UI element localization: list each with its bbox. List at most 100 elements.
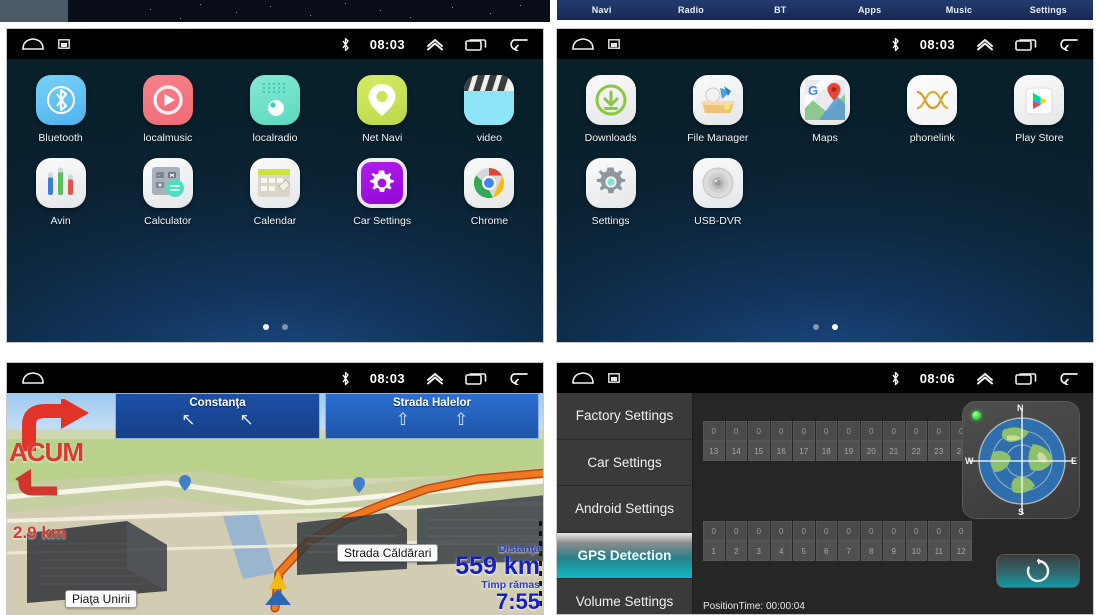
dvr-camera-icon xyxy=(692,158,743,208)
back-icon[interactable] xyxy=(1057,37,1079,51)
recents-icon[interactable] xyxy=(465,37,487,51)
sat-id-cell: 2 xyxy=(725,541,747,561)
app-play-store[interactable]: Play Store xyxy=(986,75,1093,144)
hud-time-value: 7:55 xyxy=(495,589,540,614)
status-time: 08:03 xyxy=(369,36,405,52)
status-time: 08:03 xyxy=(919,36,955,52)
sidebar-item-android-settings[interactable]: Android Settings xyxy=(557,486,692,533)
back-icon[interactable] xyxy=(507,371,529,385)
gear-icon xyxy=(357,158,408,208)
file-manager-icon xyxy=(692,75,743,125)
tab-settings[interactable]: Settings xyxy=(1004,5,1093,15)
sat-signal-cell: 0 xyxy=(770,421,792,441)
tab-bt[interactable]: BT xyxy=(736,5,825,15)
app-video[interactable]: video xyxy=(436,75,543,144)
page-dot-1[interactable] xyxy=(812,324,819,330)
sidebar-item-factory-settings[interactable]: Factory Settings xyxy=(557,393,692,440)
app-bluetooth[interactable]: Bluetooth xyxy=(7,75,114,144)
sat-id-cell: 1 xyxy=(703,541,725,561)
home-icon[interactable] xyxy=(571,371,595,385)
head-unit-main-tabbar[interactable]: Navi Radio BT Apps Music Settings xyxy=(557,0,1093,20)
navigation-map[interactable]: Constanţa ↖ ↖ Strada Halelor ⇧ ⇧ ACUM 2.9 … xyxy=(7,393,543,614)
app-label: Maps xyxy=(812,132,838,144)
app-avin[interactable]: Avin xyxy=(7,158,114,227)
app-phonelink[interactable]: phonelink xyxy=(879,75,986,144)
app-maps[interactable]: G Maps xyxy=(771,75,878,144)
recents-icon[interactable] xyxy=(465,371,487,385)
refresh-button[interactable] xyxy=(996,554,1080,588)
sat-signal-cell: 0 xyxy=(928,521,950,541)
page-indicator[interactable] xyxy=(557,324,1093,330)
app-car-settings[interactable]: Car Settings xyxy=(329,158,436,227)
chevron-up-icon[interactable] xyxy=(425,371,445,385)
sat-id-cell: 19 xyxy=(838,441,860,461)
settings-sidebar[interactable]: Factory Settings Car Settings Android Se… xyxy=(557,393,693,614)
app-calculator[interactable]: - Calculator xyxy=(114,158,221,227)
music-player-icon xyxy=(142,75,193,125)
app-file-manager[interactable]: File Manager xyxy=(664,75,771,144)
sat-id-cell: 11 xyxy=(928,541,950,561)
page-dot-2[interactable] xyxy=(831,324,838,330)
satellite-block-lower: 0 0 0 0 0 0 0 0 0 0 0 0 1 2 3 4 5 6 7 8 … xyxy=(703,521,973,561)
tab-apps[interactable]: Apps xyxy=(825,5,914,15)
app-label: Play Store xyxy=(1015,132,1064,144)
back-icon[interactable] xyxy=(507,37,529,51)
screenshot-collage: Navi Radio BT Apps Music Settings 08:03 xyxy=(0,0,1100,615)
app-drawer: Downloads File Manager G Maps phonelink … xyxy=(557,59,1093,342)
app-chrome[interactable]: Chrome xyxy=(436,158,543,227)
sat-id-cell: 7 xyxy=(838,541,860,561)
app-net-navi[interactable]: Net Navi xyxy=(329,75,436,144)
app-grid: Downloads File Manager G Maps phonelink … xyxy=(557,75,1093,227)
roadsign-right: Strada Halelor ⇧ ⇧ xyxy=(325,393,539,439)
chevron-up-icon[interactable] xyxy=(975,371,995,385)
sat-id-cell: 22 xyxy=(905,441,927,461)
app-label: Car Settings xyxy=(353,215,412,227)
gps-compass-globe: N E S W xyxy=(962,401,1080,519)
phonelink-icon xyxy=(907,75,958,125)
page-dot-2[interactable] xyxy=(281,324,288,330)
sidebar-item-volume-settings[interactable]: Volume Settings xyxy=(557,579,692,614)
app-calendar[interactable]: Calendar xyxy=(221,158,328,227)
app-label: Downloads xyxy=(584,132,637,144)
sat-signal-cell: 0 xyxy=(860,521,882,541)
avin-icon xyxy=(35,158,86,208)
sidebar-item-car-settings[interactable]: Car Settings xyxy=(557,440,692,486)
roadsign-right-text: Strada Halelor xyxy=(393,397,471,409)
chevron-up-icon[interactable] xyxy=(425,37,445,51)
download-icon xyxy=(585,75,636,125)
app-downloads[interactable]: Downloads xyxy=(557,75,664,144)
tab-navi[interactable]: Navi xyxy=(557,5,646,15)
screenshot-icon[interactable] xyxy=(608,39,620,49)
page-dot-1[interactable] xyxy=(262,324,269,330)
globe-graphic xyxy=(969,408,1075,514)
bluetooth-icon xyxy=(341,371,350,386)
screenshot-icon[interactable] xyxy=(608,373,620,383)
recents-icon[interactable] xyxy=(1015,371,1037,385)
chevron-up-icon[interactable] xyxy=(975,37,995,51)
status-time: 08:06 xyxy=(919,370,955,386)
compass-west-label: W xyxy=(965,456,974,466)
tab-radio[interactable]: Radio xyxy=(646,5,735,15)
app-settings[interactable]: Settings xyxy=(557,158,664,227)
home-icon[interactable] xyxy=(21,37,45,51)
app-label: Net Navi xyxy=(362,132,403,144)
screenshot-icon[interactable] xyxy=(58,39,70,49)
app-localmusic[interactable]: localmusic xyxy=(114,75,221,144)
tab-music[interactable]: Music xyxy=(914,5,1003,15)
sat-id-cell: 12 xyxy=(950,541,972,561)
app-localradio[interactable]: localradio xyxy=(221,75,328,144)
panel-app-drawer-page1: 08:03 Bluetooth localmusic localradio Ne… xyxy=(6,28,544,343)
recents-icon[interactable] xyxy=(1015,37,1037,51)
back-icon[interactable] xyxy=(1057,371,1079,385)
app-label: Calculator xyxy=(144,215,192,227)
compass-north-label: N xyxy=(1017,403,1024,413)
sidebar-item-gps-detection[interactable]: GPS Detection xyxy=(557,532,692,579)
sat-signal-cell: 0 xyxy=(748,521,770,541)
calendar-icon xyxy=(249,158,300,208)
home-icon[interactable] xyxy=(571,37,595,51)
top-left-background-fragment xyxy=(0,0,550,22)
app-usb-dvr[interactable]: USB-DVR xyxy=(664,158,771,227)
home-icon[interactable] xyxy=(21,371,45,385)
page-indicator[interactable] xyxy=(7,324,543,330)
satellite-block-upper: 0 0 0 0 0 0 0 0 0 0 0 0 13 xyxy=(703,421,973,461)
